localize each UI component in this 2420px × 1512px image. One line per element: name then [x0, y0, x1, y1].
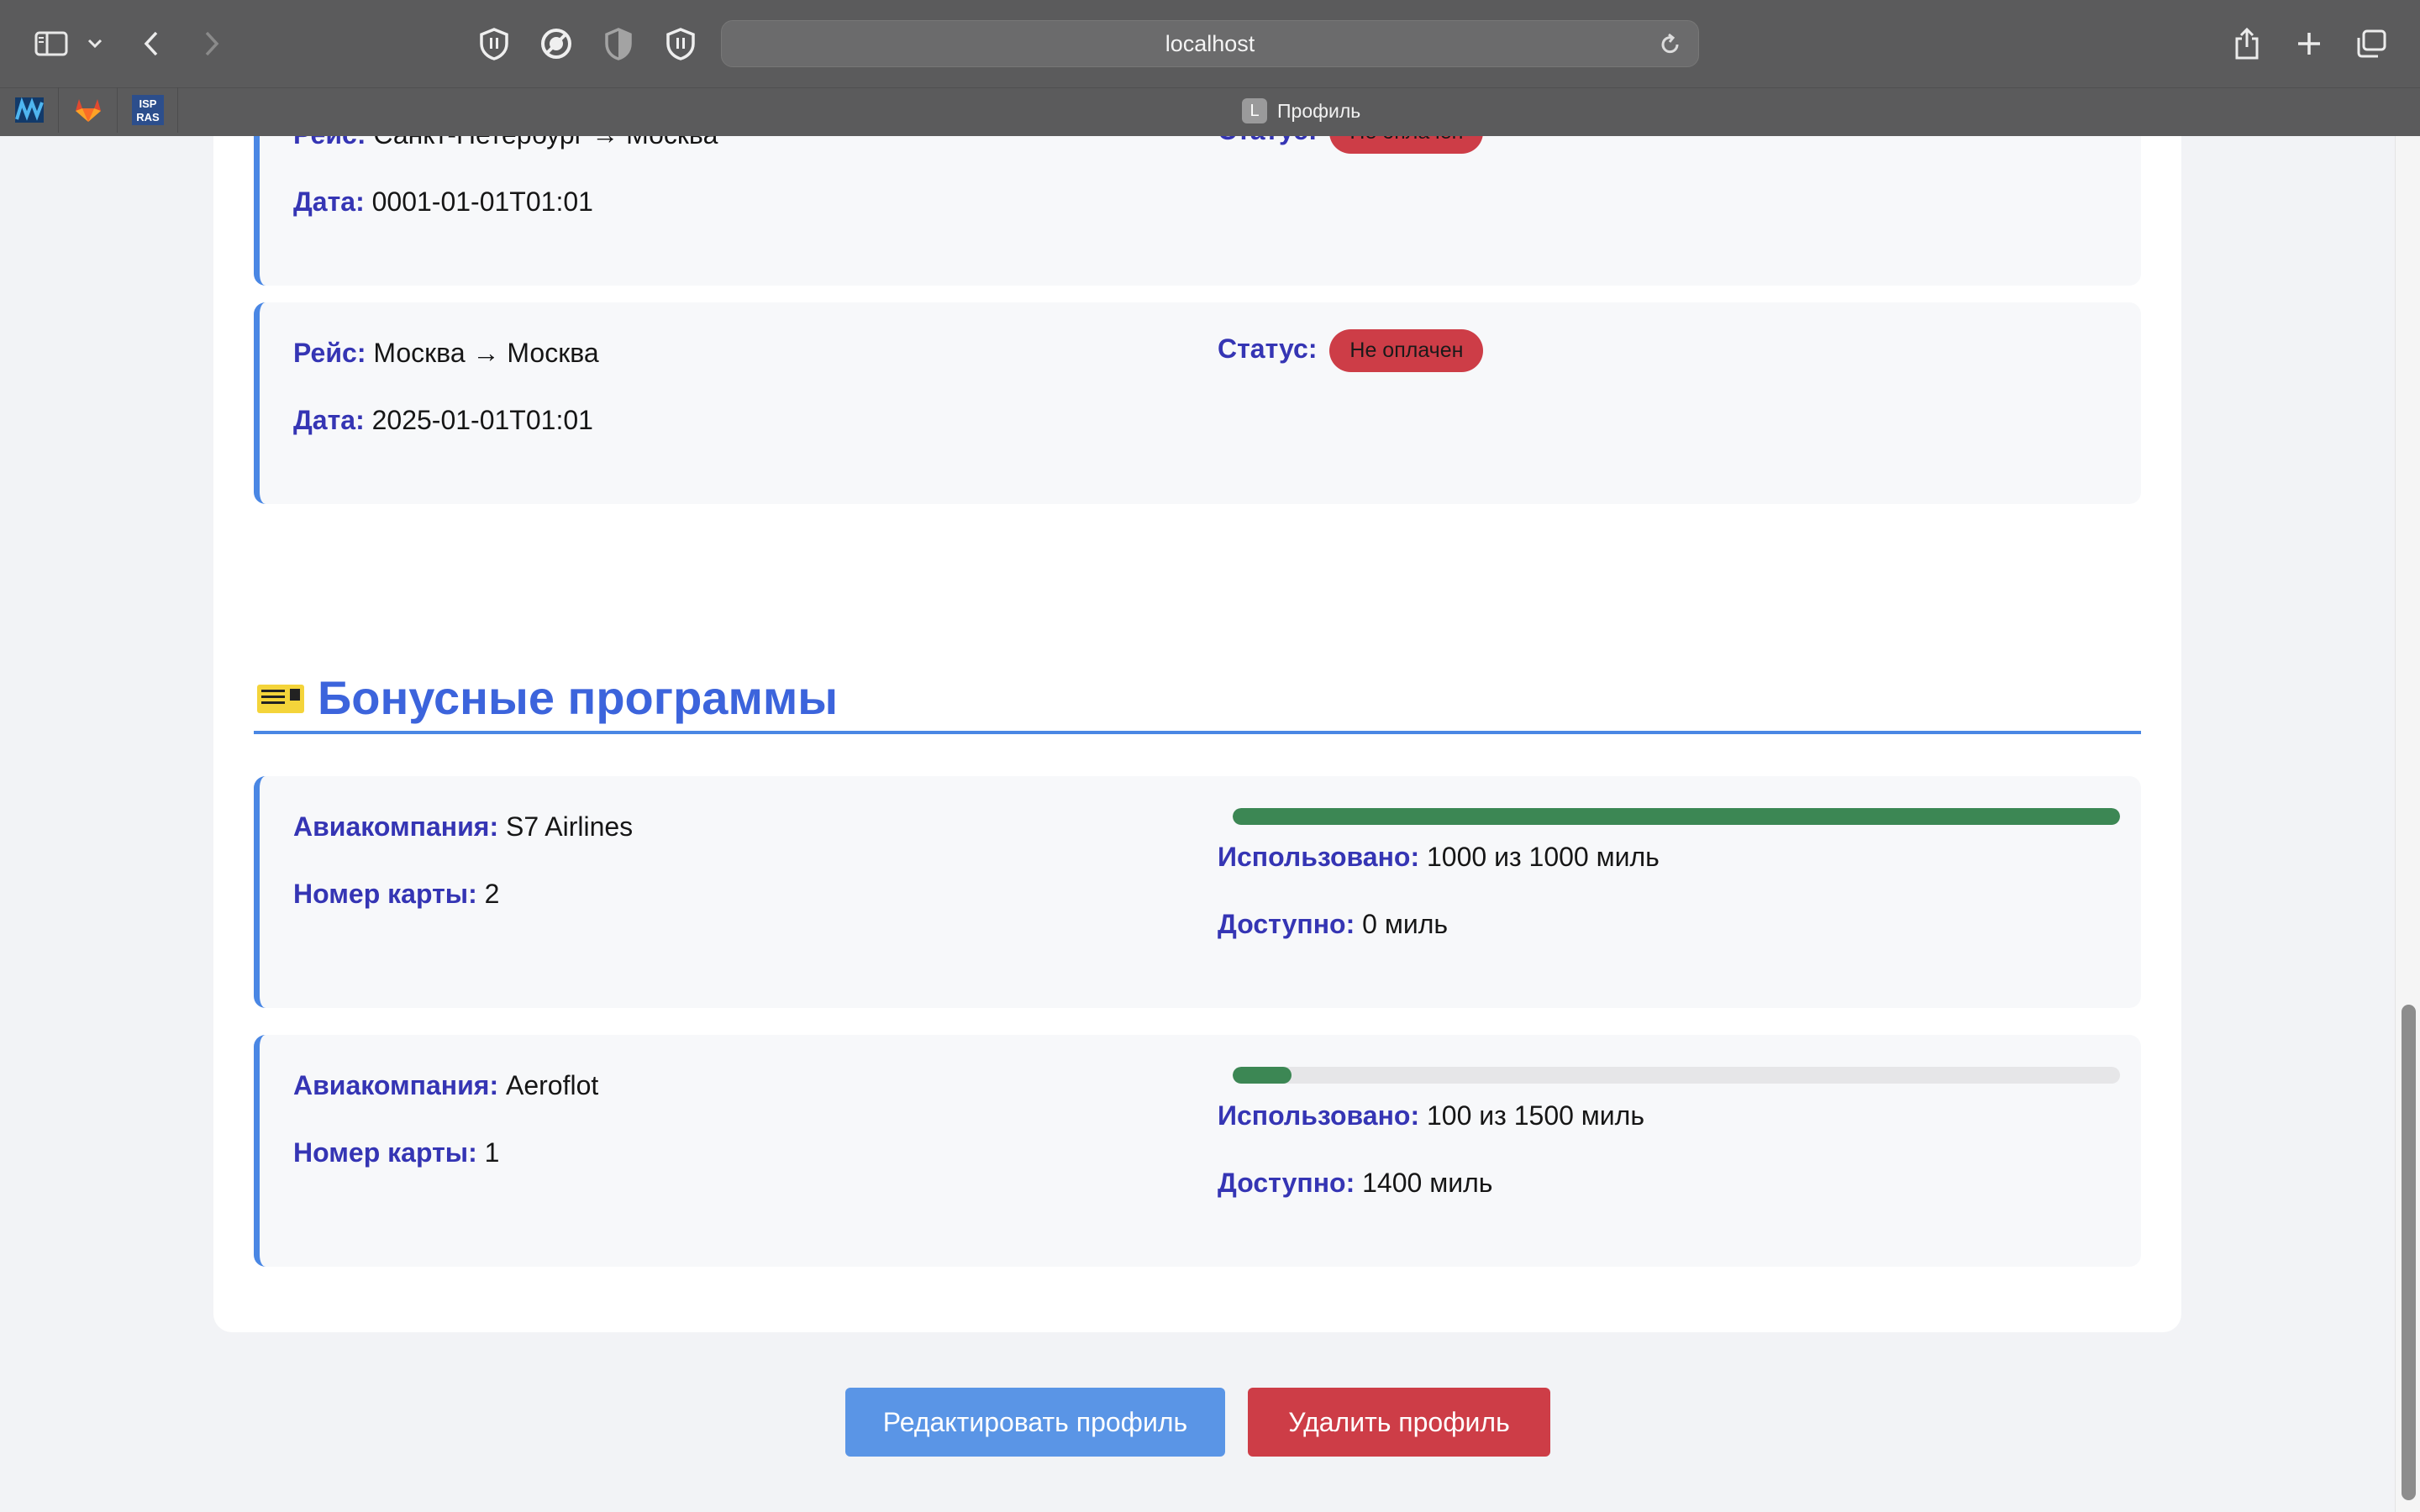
available-miles-line: Доступно: 1400 миль — [1218, 1168, 1493, 1198]
back-icon[interactable] — [134, 18, 168, 69]
airline-line: Авиакомпания: Aeroflot — [293, 1070, 599, 1100]
used-miles-line: Использовано: 100 из 1500 миль — [1218, 1100, 1645, 1131]
sidebar-icon[interactable] — [30, 18, 72, 69]
reload-icon[interactable] — [1660, 33, 1681, 60]
bookmark-waves[interactable] — [0, 87, 59, 133]
tab-title: Профиль — [1277, 99, 1361, 122]
used-miles-line: Использовано: 1000 из 1000 миль — [1218, 842, 1660, 872]
forward-icon[interactable] — [195, 18, 229, 69]
shield-icon[interactable] — [662, 18, 699, 69]
edit-profile-button[interactable]: Редактировать профиль — [845, 1388, 1225, 1457]
card-number-line: Номер карты: 2 — [293, 879, 500, 909]
svg-text:RAS: RAS — [136, 111, 160, 123]
block-icon[interactable] — [538, 18, 575, 69]
section-title: Бонусные программы — [318, 670, 839, 724]
bookmark-gitlab[interactable] — [59, 87, 118, 133]
flights-card: Рейс: Санкт-Петербург → Москва Статус: Н… — [213, 136, 2181, 704]
page-content: Рейс: Санкт-Петербург → Москва Статус: Н… — [0, 136, 2420, 1512]
status-badge: Не оплачен — [1329, 329, 1484, 372]
ticket-icon — [257, 685, 304, 713]
available-miles-line: Доступно: 0 миль — [1218, 909, 1449, 939]
shield-icon[interactable] — [476, 18, 513, 69]
flight-item: Рейс: Санкт-Петербург → Москва Статус: Н… — [254, 136, 2141, 286]
flight-route: Рейс: Санкт-Петербург → Москва — [293, 136, 718, 150]
address-bar[interactable]: localhost — [721, 20, 1699, 67]
miles-progress-fill — [1233, 808, 2120, 825]
plus-icon[interactable] — [2291, 18, 2328, 69]
tab-bar — [0, 87, 2420, 136]
half-shield-icon[interactable] — [600, 18, 637, 69]
flight-status: Статус: Не оплачен — [1218, 136, 1484, 154]
flight-date: Дата: 2025-01-01T01:01 — [293, 405, 593, 435]
status-badge: Не оплачен — [1329, 136, 1484, 154]
delete-profile-button[interactable]: Удалить профиль — [1248, 1388, 1550, 1457]
bonus-programs-card: Бонусные программы Авиакомпания: S7 Airl… — [213, 623, 2181, 1332]
section-header: Бонусные программы — [254, 664, 2141, 734]
svg-text:ISP: ISP — [139, 97, 156, 110]
miles-progress-fill — [1233, 1067, 1292, 1084]
chevron-down-icon[interactable] — [82, 18, 108, 69]
flight-item: Рейс: Москва → Москва Статус: Не оплачен… — [254, 302, 2141, 504]
browser-chrome: localhost ISP RAS L Профиль — [0, 0, 2420, 136]
flight-status: Статус: Не оплачен — [1218, 329, 1484, 372]
bonus-program-item: Авиакомпания: S7 Airlines Номер карты: 2… — [254, 776, 2141, 1008]
tabs-icon[interactable] — [2353, 18, 2390, 69]
browser-toolbar: localhost — [0, 0, 2420, 87]
miles-progress-bar — [1233, 1067, 2120, 1084]
flight-route: Рейс: Москва → Москва — [293, 338, 599, 368]
airline-line: Авиакомпания: S7 Airlines — [293, 811, 634, 842]
tab-active[interactable]: L Профиль — [1242, 96, 1360, 126]
share-icon[interactable] — [2228, 18, 2265, 69]
bonus-program-item: Авиакомпания: Aeroflot Номер карты: 1 Ис… — [254, 1035, 2141, 1267]
url-text: localhost — [1165, 30, 1255, 56]
tab-favicon: L — [1242, 98, 1267, 123]
flight-date: Дата: 0001-01-01T01:01 — [293, 186, 593, 217]
card-number-line: Номер карты: 1 — [293, 1137, 500, 1168]
miles-progress-bar — [1233, 808, 2120, 825]
scrollbar-thumb[interactable] — [2402, 1005, 2416, 1500]
bookmark-isp-ras[interactable]: ISP RAS — [118, 87, 178, 133]
